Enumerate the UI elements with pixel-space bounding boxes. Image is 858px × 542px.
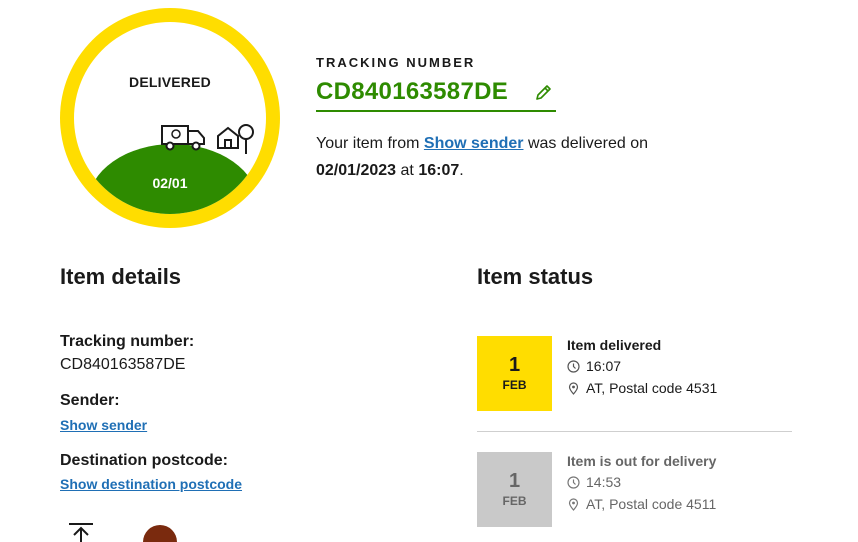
summary-at: at	[400, 162, 414, 179]
edit-pencil-icon[interactable]	[534, 82, 554, 102]
summary-middle: was delivered on	[527, 135, 649, 152]
event-day: 1	[508, 470, 521, 492]
delivery-truck-icon	[161, 125, 205, 151]
clock-icon	[567, 475, 580, 489]
event-title: Item is out for delivery	[567, 453, 717, 469]
tracking-number-label-detail: Tracking number:	[60, 333, 195, 350]
delivery-date-short: 02/01	[152, 175, 188, 191]
status-divider	[477, 431, 792, 432]
event-location-row: AT, Postal code 4531	[567, 380, 717, 396]
show-destination-postcode-link[interactable]: Show destination postcode	[60, 476, 242, 492]
event-time-row: 16:07	[567, 358, 621, 374]
summary-date: 02/01/2023	[316, 162, 397, 179]
event-location: AT, Postal code 4531	[586, 380, 718, 396]
delivery-summary: Your item from Show sender was delivered…	[316, 130, 676, 184]
event-time: 14:53	[586, 474, 622, 490]
delivery-status-badge: DELIVERED 02/01	[60, 8, 280, 228]
location-pin-icon	[568, 497, 579, 511]
event-time-row: 14:53	[567, 474, 621, 490]
event-title: Item delivered	[567, 337, 662, 353]
status-event: 1 FEB Item delivered 16:07 AT, Postal co…	[477, 336, 792, 412]
tracking-number-value-detail: CD840163587DE	[60, 356, 186, 373]
status-event: 1 FEB Item is out for delivery 14:53 AT,…	[477, 452, 792, 528]
sender-label: Sender:	[60, 392, 120, 409]
show-sender-link[interactable]: Show sender	[424, 135, 524, 152]
status-title: DELIVERED	[129, 74, 211, 90]
event-day: 1	[508, 354, 521, 376]
delivery-scene-icon	[161, 124, 254, 154]
event-month: FEB	[502, 378, 527, 392]
item-status-heading: Item status	[477, 264, 594, 289]
event-date-box: 1 FEB	[477, 336, 552, 411]
event-location: AT, Postal code 4511	[586, 496, 717, 512]
tracking-number-label: TRACKING NUMBER	[316, 55, 476, 70]
event-location-row: AT, Postal code 4511	[567, 496, 716, 512]
summary-time: 16:07	[418, 162, 460, 179]
delivery-status-circle: DELIVERED 02/01	[74, 22, 266, 214]
location-pin-icon	[568, 381, 579, 395]
item-details-heading: Item details	[60, 264, 182, 289]
house-icon	[217, 124, 254, 154]
upload-icon[interactable]	[68, 522, 94, 542]
event-month: FEB	[502, 494, 527, 508]
destination-postcode-label: Destination postcode:	[60, 452, 229, 469]
event-date-box: 1 FEB	[477, 452, 552, 527]
summary-prefix: Your item from	[316, 135, 420, 152]
clock-icon	[567, 359, 580, 373]
summary-end: .	[459, 162, 464, 179]
event-time: 16:07	[586, 358, 622, 374]
show-sender-detail-link[interactable]: Show sender	[60, 417, 147, 433]
avatar-icon	[143, 525, 177, 542]
tracking-number-field: CD840163587DE	[316, 76, 556, 112]
tracking-number-value: CD840163587DE	[316, 78, 509, 105]
